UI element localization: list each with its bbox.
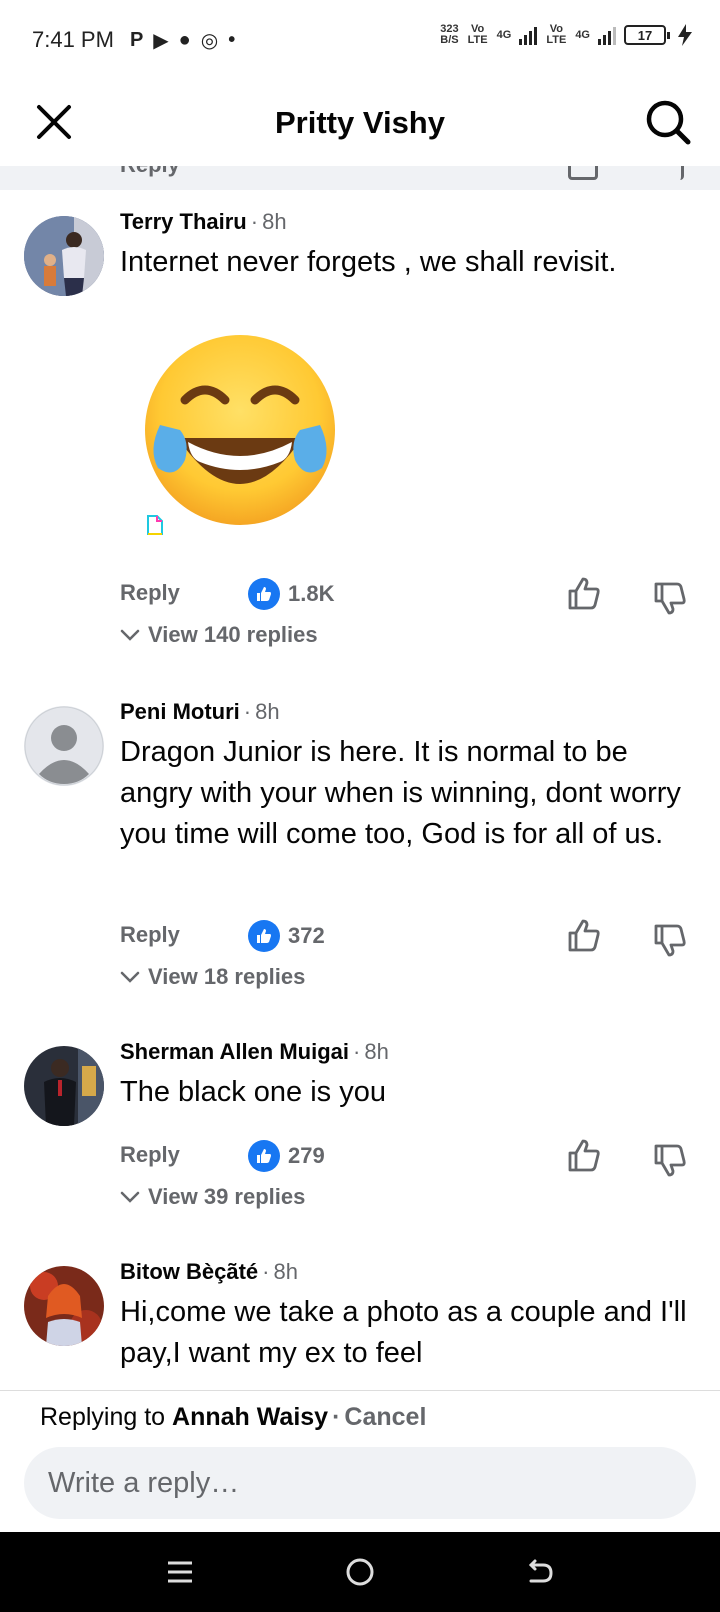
battery-icon: 17 [624, 25, 670, 45]
comment-text: Dragon Junior is here. It is normal to b… [120, 736, 681, 850]
comment-time[interactable]: 8h [273, 1259, 297, 1284]
home-circle-icon [346, 1558, 374, 1586]
avatar[interactable] [24, 216, 104, 296]
like-icon [248, 1140, 280, 1172]
like-summary[interactable]: 279 [248, 1140, 325, 1172]
comment-time[interactable]: 8h [364, 1039, 388, 1064]
header: Pritty Vishy [0, 80, 720, 166]
network-speed: 323 B/S [440, 23, 459, 46]
status-time: 7:41 PM [32, 27, 114, 52]
downvote-icon[interactable] [652, 580, 688, 616]
close-icon [37, 105, 71, 139]
back-arrow-icon [528, 1559, 553, 1583]
like-icon [248, 578, 280, 610]
whatsapp-icon: ◎ [200, 29, 219, 52]
reply-target-name: Annah Waisy [172, 1403, 329, 1431]
recent-apps-button[interactable] [160, 1552, 200, 1592]
view-replies-label: View 140 replies [148, 622, 318, 647]
reply-button[interactable]: Reply [120, 580, 180, 606]
view-replies-label: View 39 replies [148, 1184, 306, 1209]
more-notifications-icon: • [228, 28, 236, 51]
like-count: 279 [288, 1143, 325, 1168]
comment-text: The black one is you [120, 1076, 386, 1108]
like-count: 372 [288, 923, 325, 948]
charging-icon [678, 24, 692, 46]
reply-composer: Replying to Annah Waisy · Cancel [0, 1390, 720, 1532]
avatar[interactable] [24, 1266, 104, 1346]
avatar-image [24, 216, 104, 296]
reply-button[interactable]: Reply [120, 166, 180, 178]
like-summary[interactable]: 372 [248, 920, 325, 952]
default-avatar-icon [24, 706, 104, 786]
downvote-icon[interactable] [652, 922, 688, 958]
search-button[interactable] [642, 96, 694, 148]
chat-icon: ● [178, 28, 191, 51]
image-icon [147, 515, 163, 535]
like-summary[interactable]: 1.8K [248, 578, 334, 610]
chevron-down-icon [120, 971, 140, 983]
view-replies-button[interactable]: View 18 replies [120, 964, 305, 990]
close-button[interactable] [30, 98, 78, 146]
comment-author[interactable]: Peni Moturi [120, 699, 240, 724]
face-with-tears-of-joy-icon [145, 335, 335, 525]
downvote-icon[interactable] [654, 166, 684, 180]
chevron-down-icon [120, 1191, 140, 1203]
search-icon [646, 100, 691, 145]
comment-author[interactable]: Terry Thairu [120, 209, 247, 234]
chevron-down-icon [120, 629, 140, 641]
play-icon: ▶ [153, 29, 169, 52]
comment-author[interactable]: Sherman Allen Muigai [120, 1039, 349, 1064]
avatar[interactable] [24, 706, 104, 786]
sim2-network-label: 4G [575, 28, 590, 41]
status-indicators: 323 B/S Vo LTE 4G Vo LTE 4G 17 [440, 24, 692, 46]
comment-time[interactable]: 8h [262, 209, 286, 234]
comment-item: Bitow Bèçãté · 8h Hi,come we take a photo … [0, 1240, 720, 1390]
downvote-icon[interactable] [652, 1142, 688, 1178]
replying-to-label: Replying to Annah Waisy · Cancel [40, 1403, 427, 1431]
reply-button[interactable]: Reply [120, 922, 180, 948]
comment-actions: Reply 372 [120, 918, 690, 958]
reply-input[interactable] [24, 1447, 696, 1519]
avatar[interactable] [24, 1046, 104, 1126]
comment-author[interactable]: Bitow Bèçãté [120, 1259, 258, 1284]
sim2-signal-icon [598, 25, 616, 45]
sim1-network-label: 4G [496, 28, 512, 41]
like-icon [248, 920, 280, 952]
page-title: Pritty Vishy [274, 105, 445, 140]
sim1-volte-label: Vo LTE [467, 23, 488, 46]
upvote-icon[interactable] [566, 576, 602, 612]
separator-dot: · [332, 1403, 341, 1431]
system-nav-bar [0, 1532, 720, 1612]
sim1-signal-icon [519, 25, 538, 45]
view-replies-button[interactable]: View 140 replies [120, 622, 318, 648]
upvote-icon[interactable] [566, 1138, 602, 1174]
avatar-image [24, 1046, 104, 1126]
sticker-emoji [140, 330, 340, 530]
menu-icon [168, 1561, 192, 1583]
separator-dot: · [353, 1039, 361, 1064]
separator-dot: · [243, 699, 252, 724]
back-button[interactable] [520, 1552, 560, 1592]
comment-actions: Reply 1.8K [120, 576, 690, 616]
comment-time[interactable]: 8h [255, 699, 279, 724]
cancel-reply-button[interactable]: Cancel [344, 1403, 426, 1431]
scrolled-comment-strip: Reply [0, 166, 720, 190]
view-replies-label: View 18 replies [148, 964, 306, 989]
status-app-icons: P ▶ ● ◎ • [130, 28, 235, 53]
status-bar: 7:41 PM P ▶ ● ◎ • 323 B/S Vo LTE 4G Vo L… [0, 0, 720, 80]
avatar-image [24, 1266, 104, 1346]
separator-dot: · [262, 1259, 270, 1284]
comment-text: Hi,come we take a photo as a couple and … [120, 1296, 687, 1369]
comment-actions: Reply 279 [120, 1138, 690, 1178]
pinterest-icon: P [129, 28, 144, 51]
like-count: 1.8K [288, 581, 335, 606]
upvote-icon[interactable] [568, 166, 598, 180]
sim2-volte-label: Vo LTE [546, 23, 567, 46]
comment-text: Internet never forgets , we shall revisi… [120, 246, 617, 278]
home-button[interactable] [340, 1552, 380, 1592]
upvote-icon[interactable] [566, 918, 602, 954]
separator-dot: · [250, 209, 259, 234]
view-replies-button[interactable]: View 39 replies [120, 1184, 305, 1210]
reply-button[interactable]: Reply [120, 1142, 180, 1168]
